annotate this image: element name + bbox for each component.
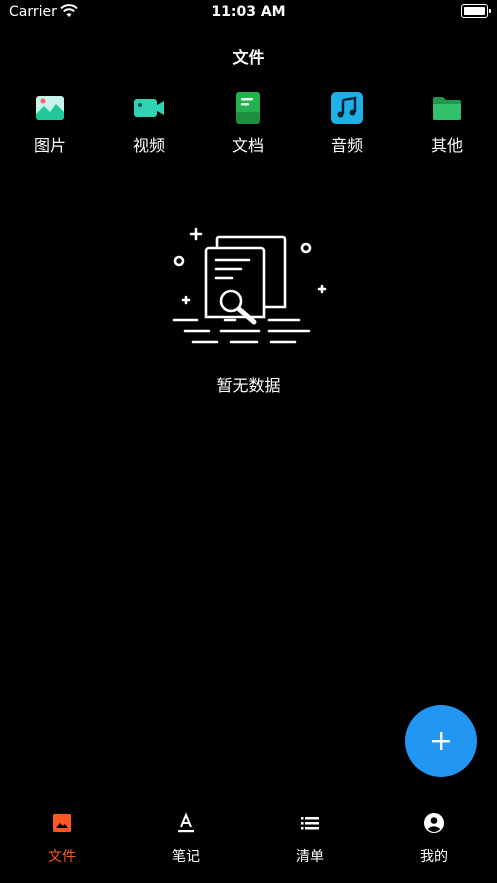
empty-state: 暂无数据 (0, 225, 497, 396)
category-videos[interactable]: 视频 (109, 90, 189, 160)
category-label: 音频 (330, 136, 363, 155)
status-time: 11:03 AM (211, 4, 286, 20)
tab-label: 笔记 (172, 849, 200, 865)
battery-level (464, 7, 485, 15)
category-label: 图片 (33, 136, 66, 155)
category-images[interactable]: 图片 (10, 90, 90, 160)
tab-label: 文件 (48, 849, 76, 865)
folder-icon (433, 97, 461, 120)
bottom-tab-bar: 文件 笔记 清单 我的 (0, 800, 497, 883)
music-icon (331, 92, 363, 124)
status-bar: Carrier 11:03 AM (0, 0, 497, 26)
tab-label: 清单 (296, 849, 324, 865)
text-icon (178, 812, 194, 833)
category-documents[interactable]: 文档 (208, 90, 288, 160)
tab-label: 我的 (420, 849, 448, 865)
category-bar: 图片 视频 文档 音频 其他 (0, 90, 497, 160)
category-label: 其他 (430, 136, 463, 155)
plus-icon (432, 732, 450, 750)
list-icon (301, 817, 319, 830)
battery-icon (461, 4, 491, 18)
category-other[interactable]: 其他 (407, 90, 487, 160)
video-icon (134, 99, 164, 117)
tab-files[interactable]: 文件 (17, 812, 107, 866)
tab-profile[interactable]: 我的 (389, 812, 479, 866)
category-label: 视频 (132, 136, 165, 155)
empty-state-text: 暂无数据 (216, 376, 281, 395)
image-icon (36, 96, 64, 120)
tab-checklist[interactable]: 清单 (265, 812, 355, 866)
tab-notes[interactable]: 笔记 (141, 812, 231, 866)
account-icon (424, 813, 444, 833)
category-label: 文档 (231, 136, 264, 155)
document-icon (236, 92, 260, 124)
add-button[interactable] (405, 705, 477, 777)
image-icon (53, 814, 71, 832)
page-title: 文件 (232, 48, 265, 67)
category-audio[interactable]: 音频 (307, 90, 387, 160)
empty-documents-icon (172, 227, 326, 344)
